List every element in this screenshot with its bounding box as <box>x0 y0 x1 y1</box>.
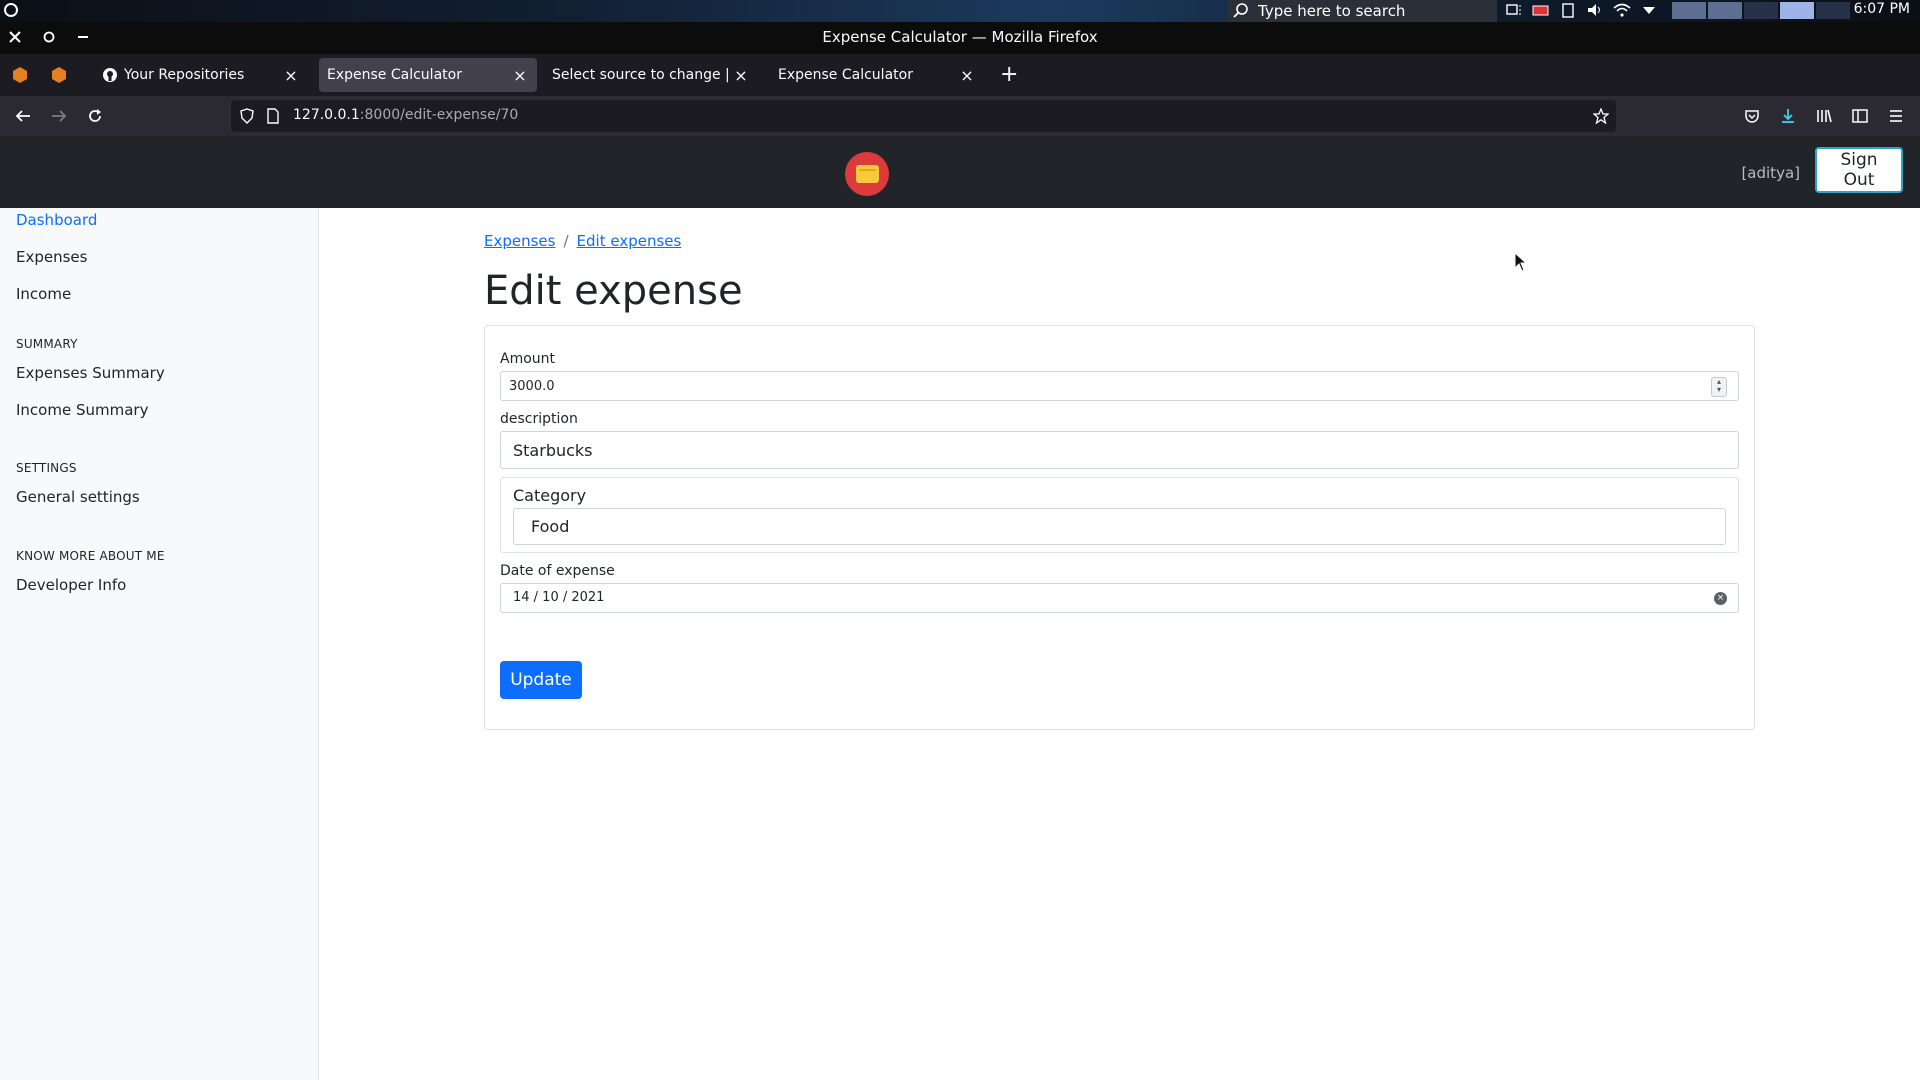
close-tab-icon[interactable]: × <box>282 66 300 85</box>
shield-icon[interactable] <box>239 108 255 124</box>
tab-select-source[interactable]: Select source to change | Djan × <box>544 58 758 92</box>
hamburger-menu-icon[interactable] <box>1884 104 1908 128</box>
volume-icon[interactable] <box>1586 2 1604 18</box>
wallet-logo-icon[interactable] <box>845 152 889 196</box>
workspace-2[interactable] <box>1708 2 1742 19</box>
github-icon <box>103 68 117 82</box>
workspace-1[interactable] <box>1672 2 1706 19</box>
update-button[interactable]: Update <box>500 661 582 699</box>
window-title: Expense Calculator — Mozilla Firefox <box>822 28 1098 46</box>
sidebar-heading-about: KNOW MORE ABOUT ME <box>16 549 165 563</box>
launcher-icon[interactable] <box>4 3 18 17</box>
breadcrumb-separator: / <box>563 232 569 250</box>
dropdown-icon[interactable] <box>1640 2 1658 18</box>
sidebar-item-income[interactable]: Income <box>16 285 71 303</box>
tab-label: Expense Calculator <box>327 67 462 83</box>
hexagon-icon <box>13 67 27 83</box>
mouse-pointer-icon <box>1514 252 1528 272</box>
page-info-icon[interactable] <box>265 108 281 124</box>
navigation-toolbar: 127.0.0.1:8000/edit-expense/70 <box>0 96 1920 136</box>
clock: 6:07 PM <box>1853 1 1910 17</box>
tab-expense-calculator-active[interactable]: Expense Calculator × <box>319 58 537 92</box>
tab-label: Expense Calculator <box>778 67 913 83</box>
breadcrumb-expenses-link[interactable]: Expenses <box>484 232 555 250</box>
clipboard-icon[interactable] <box>1559 2 1577 18</box>
breadcrumb: Expenses / Edit expenses <box>484 232 681 250</box>
workspace-4[interactable] <box>1780 2 1814 19</box>
forward-arrow-icon[interactable] <box>47 104 71 128</box>
url-path: :8000/edit-expense/70 <box>359 107 519 123</box>
amount-spinner-icon[interactable]: ▴ ▾ <box>1711 377 1727 397</box>
page-title: Edit expense <box>484 268 743 314</box>
clear-date-icon[interactable]: × <box>1714 592 1727 605</box>
tab-label: Your Repositories <box>124 67 245 83</box>
close-tab-icon[interactable]: × <box>732 66 750 85</box>
date-label: Date of expense <box>500 563 615 579</box>
sidebar-item-income-summary[interactable]: Income Summary <box>16 401 148 419</box>
close-tab-icon[interactable]: × <box>958 66 976 85</box>
pinned-tab-1[interactable] <box>9 64 31 86</box>
new-tab-plus-icon[interactable]: + <box>1000 64 1018 86</box>
pocket-icon[interactable] <box>1740 104 1764 128</box>
tab-your-repositories[interactable]: Your Repositories × <box>94 58 308 92</box>
amount-label: Amount <box>500 351 556 367</box>
back-arrow-icon[interactable] <box>11 104 35 128</box>
window-title-bar: Expense Calculator — Mozilla Firefox <box>0 22 1920 54</box>
pinned-tab-2[interactable] <box>48 64 70 86</box>
breadcrumb-edit-expenses-link[interactable]: Edit expenses <box>577 232 682 250</box>
sidebar: Dashboard Expenses Income SUMMARY Expens… <box>0 208 319 1080</box>
amount-input[interactable] <box>500 371 1739 401</box>
close-tab-icon[interactable]: × <box>511 66 529 85</box>
screen-icon[interactable] <box>1505 2 1523 18</box>
category-select[interactable]: Food <box>513 508 1726 545</box>
workspace-3[interactable] <box>1744 2 1778 19</box>
category-label: Category <box>513 486 587 505</box>
sidebar-item-developer-info[interactable]: Developer Info <box>16 576 126 594</box>
workspace-5[interactable] <box>1816 2 1850 19</box>
address-bar[interactable]: 127.0.0.1:8000/edit-expense/70 <box>231 100 1616 132</box>
username-label: [aditya] <box>1741 164 1800 182</box>
reload-icon[interactable] <box>83 104 107 128</box>
os-search-placeholder: Type here to search <box>1258 2 1406 20</box>
sidebar-item-expenses[interactable]: Expenses <box>16 248 87 266</box>
sidebar-item-general-settings[interactable]: General settings <box>16 488 140 506</box>
sidebar-item-dashboard[interactable]: Dashboard <box>16 211 97 229</box>
tab-expense-calculator[interactable]: Expense Calculator × <box>770 58 984 92</box>
date-input[interactable]: 14 / 10 / 2021 <box>500 583 1739 613</box>
wifi-icon[interactable] <box>1613 2 1631 18</box>
tab-label: Select source to change | Djan <box>552 67 732 83</box>
downloads-icon[interactable] <box>1776 104 1800 128</box>
bookmark-star-icon[interactable] <box>1593 108 1609 124</box>
library-icon[interactable] <box>1812 104 1836 128</box>
tab-bar: Your Repositories × Expense Calculator ×… <box>0 54 1920 96</box>
url-text: 127.0.0.1:8000/edit-expense/70 <box>293 107 518 123</box>
os-top-bar: Type here to search 6:07 PM <box>0 0 1920 22</box>
workspace-switcher[interactable] <box>1672 2 1850 19</box>
description-input[interactable] <box>500 431 1739 469</box>
app-header: [aditya] <box>0 136 1920 208</box>
url-host: 127.0.0.1 <box>293 107 360 123</box>
hexagon-icon <box>52 67 66 83</box>
search-icon <box>1233 3 1248 18</box>
sign-out-button[interactable]: Sign Out <box>1815 147 1903 193</box>
sidebar-heading-settings: SETTINGS <box>16 461 77 475</box>
battery-icon[interactable] <box>1532 2 1550 18</box>
system-tray <box>1505 2 1658 18</box>
os-search-box[interactable]: Type here to search <box>1228 0 1497 22</box>
sidebar-heading-summary: SUMMARY <box>16 337 78 351</box>
sidebar-toggle-icon[interactable] <box>1848 104 1872 128</box>
sidebar-item-expenses-summary[interactable]: Expenses Summary <box>16 364 165 382</box>
description-label: description <box>500 411 578 427</box>
